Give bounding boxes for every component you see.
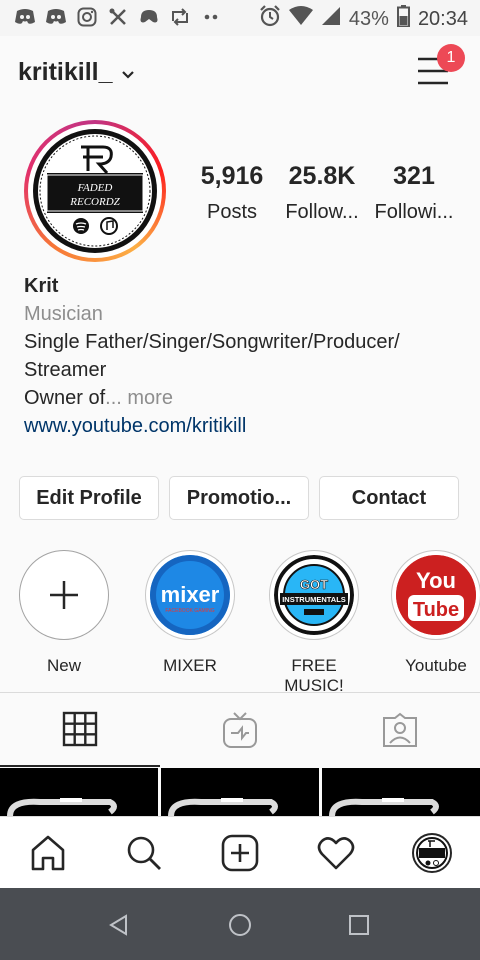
status-bar: 43% 20:34 [0, 0, 480, 36]
bio-line-1: Single Father/Singer/Songwriter/Producer… [24, 331, 400, 353]
avatar-image: FADED RECORDZ [33, 129, 157, 253]
followers-count: 25.8K [288, 162, 356, 190]
svg-text:INSTRUMENTALS: INSTRUMENTALS [282, 595, 346, 604]
bottom-navigation [0, 816, 480, 889]
mixer-cover: mixer FACEBOOK GAMING [150, 555, 230, 635]
recents-button[interactable] [344, 910, 374, 940]
username-switcher[interactable]: kritikill_ [18, 58, 135, 87]
highlight-label: MIXER [163, 656, 217, 675]
post-thumbnail [168, 798, 278, 816]
free-music-logo-text: GOT [300, 577, 328, 592]
profile-tabs [0, 692, 480, 767]
tab-grid[interactable] [0, 693, 160, 767]
home-icon [31, 835, 65, 871]
svg-text:RECORDZ: RECORDZ [69, 196, 120, 208]
avatar[interactable]: FADED RECORDZ [24, 120, 166, 262]
grid-post[interactable] [161, 768, 319, 816]
battery-percent: 43% [348, 7, 389, 30]
status-time: 20:34 [417, 7, 468, 30]
bio-line-2: Streamer [24, 359, 107, 381]
website-link[interactable]: www.youtube.com/kritikill [24, 412, 464, 440]
followers-stat[interactable]: 25.8K Follow... [274, 162, 370, 224]
followers-label: Follow... [285, 201, 359, 223]
profile-avatar-icon [412, 833, 452, 873]
gamepad-icon [138, 6, 160, 28]
alarm-icon [259, 5, 281, 33]
svg-text:Tube: Tube [413, 599, 459, 621]
youtube-logo-text: You [416, 568, 456, 593]
mixer-logo-text: mixer [161, 582, 220, 607]
notification-badge: 1 [437, 44, 465, 72]
instagram-icon [76, 6, 98, 28]
tools-icon [107, 6, 129, 28]
recents-icon [349, 915, 369, 935]
edit-profile-button[interactable]: Edit Profile [19, 476, 159, 520]
nav-activity[interactable] [314, 831, 358, 875]
nav-new-post[interactable] [218, 831, 262, 875]
contact-button[interactable]: Contact [319, 476, 459, 520]
avatar-brand-text: FADED [77, 182, 113, 194]
tab-igtv[interactable] [160, 693, 320, 767]
posts-grid [0, 768, 480, 816]
highlight-label: New [46, 656, 81, 675]
wifi-icon [288, 6, 313, 32]
nav-profile[interactable] [410, 831, 454, 875]
profile-header: kritikill_ [0, 36, 480, 108]
bio-line-3: Owner of... more [24, 384, 464, 412]
highlight-youtube[interactable]: You Tube Youtube [386, 550, 480, 676]
nav-home[interactable] [26, 831, 70, 875]
posts-stat[interactable]: 5,916 Posts [184, 162, 280, 224]
post-thumbnail [329, 798, 439, 816]
tab-tagged[interactable] [320, 693, 480, 767]
following-stat[interactable]: 321 Followi... [366, 162, 462, 224]
highlight-free-music[interactable]: GOT INSTRUMENTALS FREE MUSIC! [264, 550, 364, 696]
plus-icon [24, 555, 104, 635]
more-notifications-icon [200, 6, 222, 28]
battery-icon [396, 5, 410, 33]
posts-label: Posts [206, 201, 258, 223]
nav-search[interactable] [122, 831, 166, 875]
heart-icon [317, 837, 355, 870]
following-count: 321 [393, 162, 435, 190]
status-icons-right: 43% 20:34 [259, 5, 468, 33]
grid-post[interactable] [322, 768, 480, 816]
highlight-label: FREE MUSIC! [284, 656, 344, 695]
home-system-button[interactable] [225, 910, 255, 940]
tagged-icon [383, 712, 417, 747]
svg-text:FACEBOOK GAMING: FACEBOOK GAMING [165, 608, 214, 614]
following-label: Followi... [374, 201, 454, 223]
system-navigation-bar [0, 888, 480, 960]
profile-bio: Krit Musician Single Father/Singer/Songw… [24, 272, 464, 440]
username-label: kritikill_ [18, 58, 113, 86]
back-button[interactable] [104, 910, 134, 940]
post-thumbnail [7, 798, 117, 816]
youtube-cover: You Tube [396, 555, 476, 635]
grid-post[interactable] [0, 768, 158, 816]
discord-icon [14, 6, 36, 28]
highlight-label: Youtube [405, 656, 467, 675]
add-post-icon [221, 834, 259, 872]
display-name: Krit [24, 275, 59, 297]
home-circle-icon [229, 914, 251, 936]
highlight-new[interactable]: New [14, 550, 114, 676]
back-icon [109, 914, 127, 936]
igtv-icon [223, 712, 257, 748]
status-icons-left [14, 6, 222, 28]
bio-more-link[interactable]: ... more [105, 387, 173, 409]
search-icon [127, 836, 161, 870]
signal-icon [321, 6, 341, 32]
retweet-icon [169, 6, 191, 28]
bio-owner-text: Owner of [24, 387, 106, 409]
grid-icon [62, 711, 98, 747]
chevron-down-icon [121, 58, 135, 87]
free-music-cover: GOT INSTRUMENTALS [274, 555, 354, 635]
category-label: Musician [24, 303, 103, 325]
highlight-mixer[interactable]: mixer FACEBOOK GAMING MIXER [140, 550, 240, 676]
promotions-button[interactable]: Promotio... [169, 476, 309, 520]
posts-count: 5,916 [200, 162, 264, 190]
discord-icon-2 [45, 6, 67, 28]
